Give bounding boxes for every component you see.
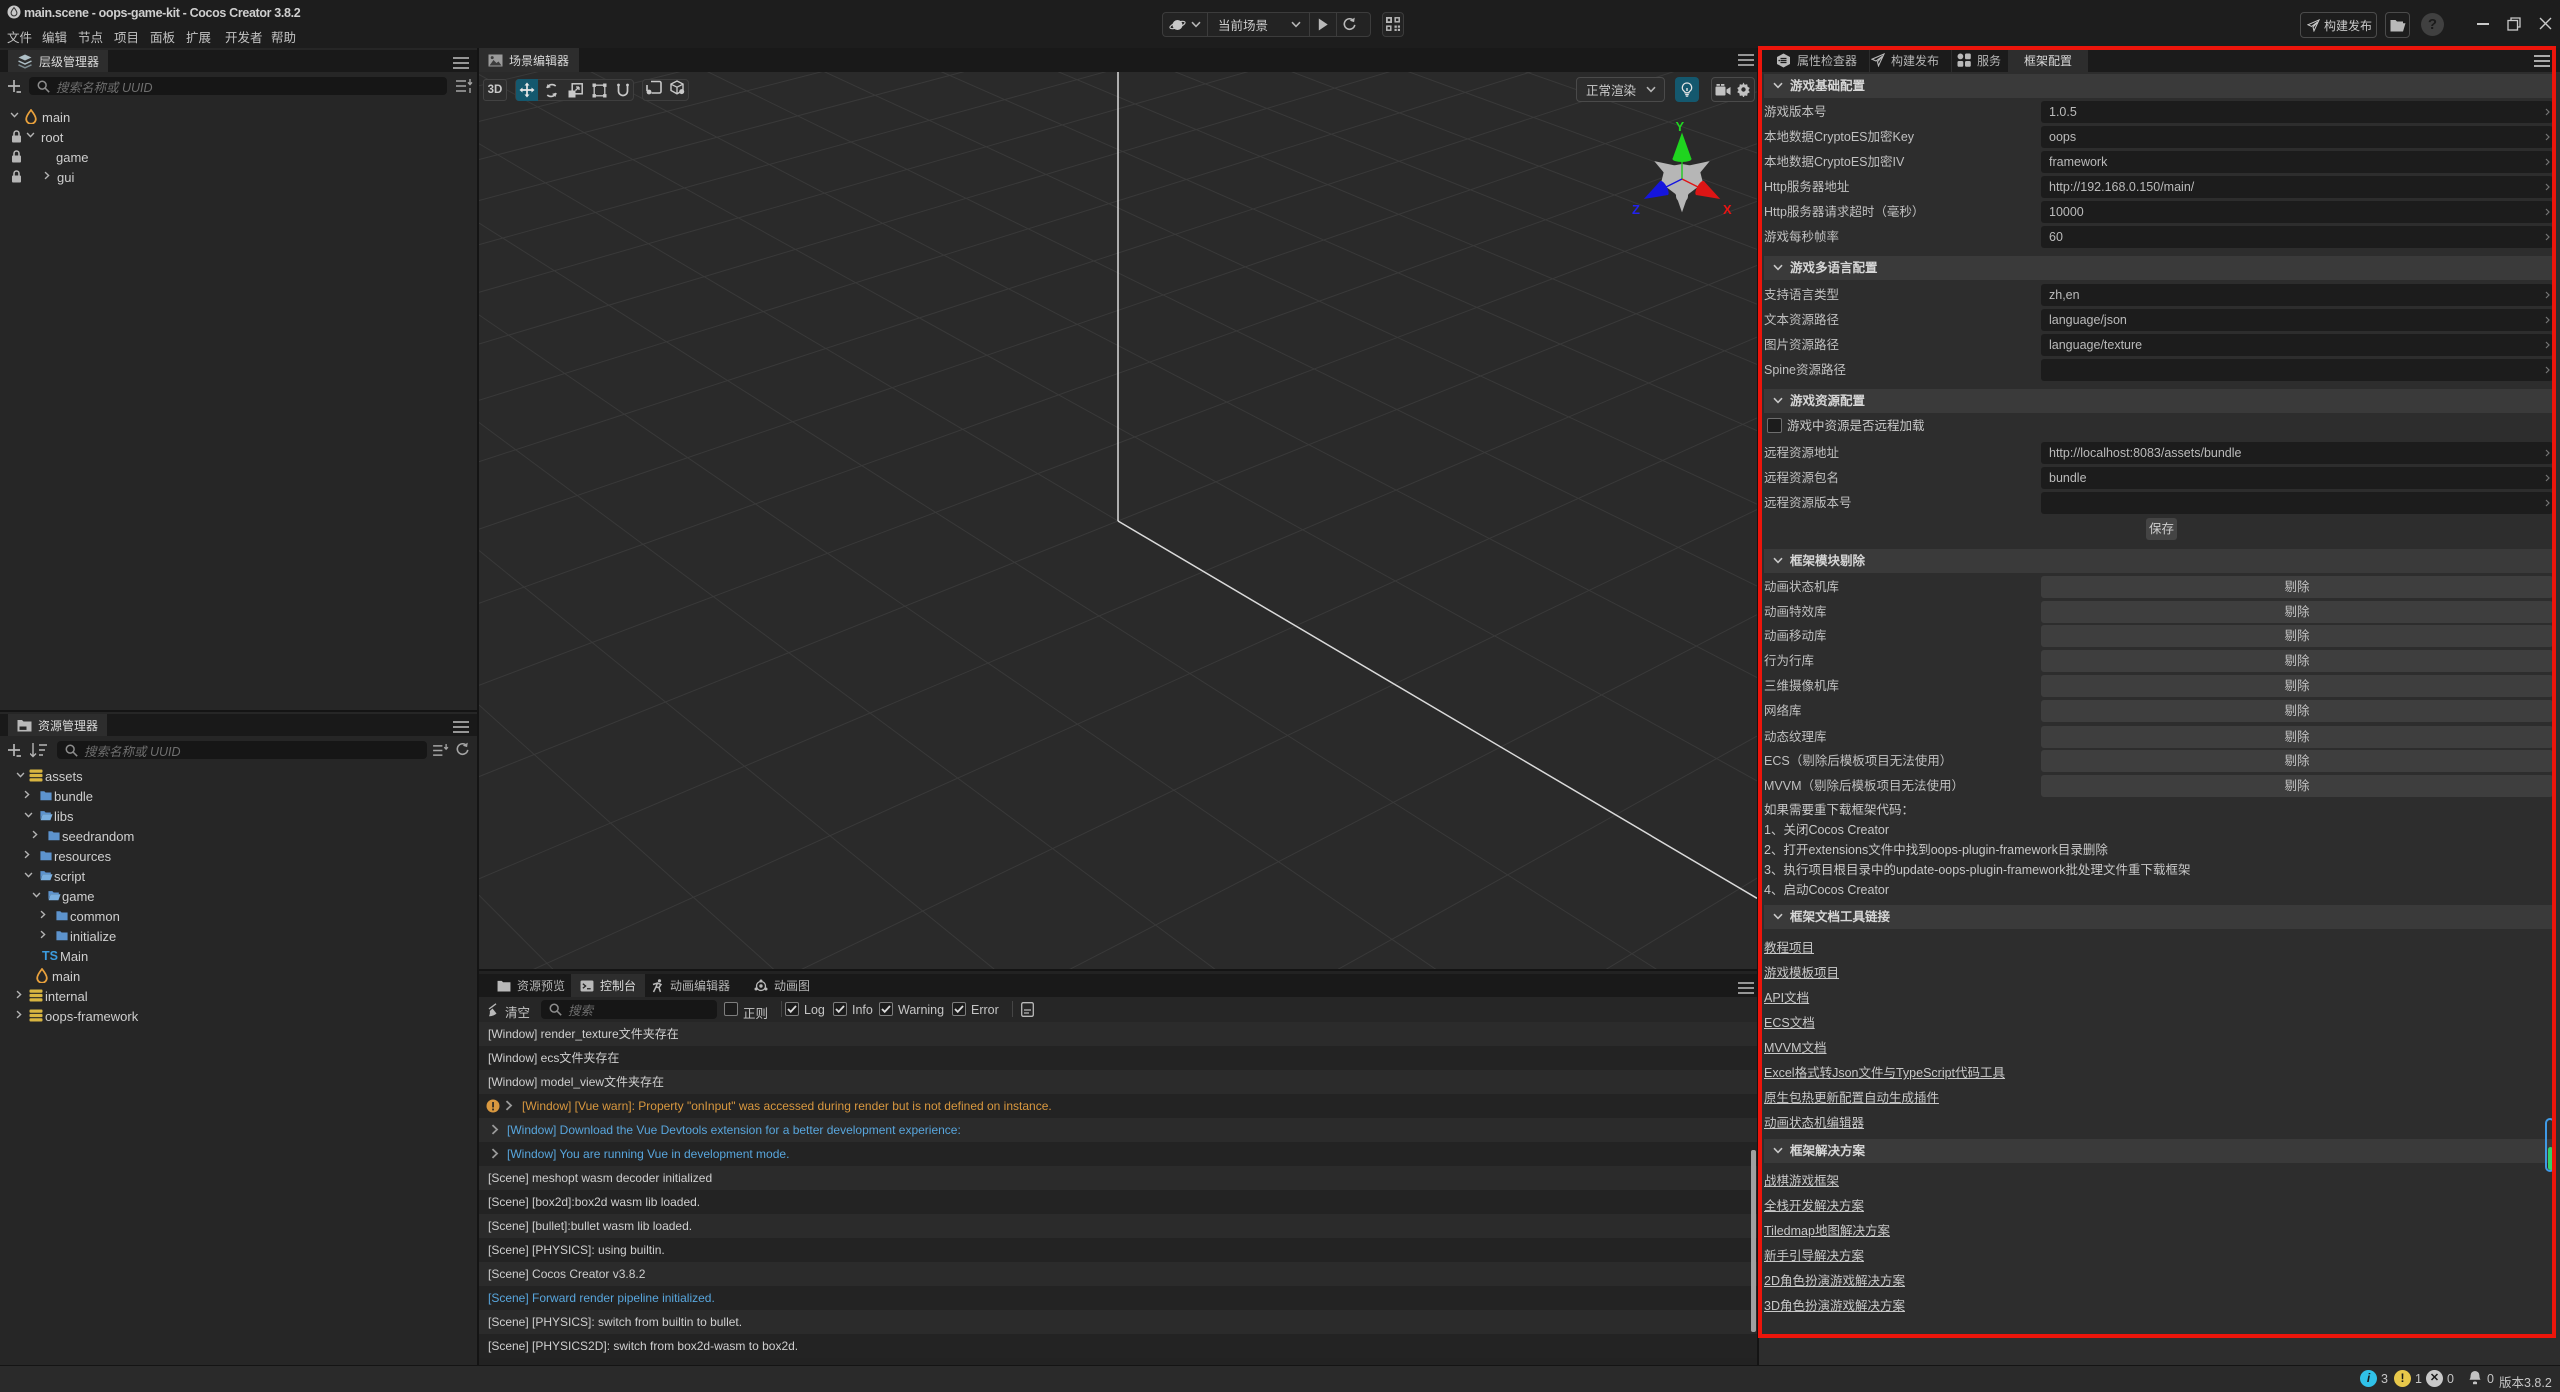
svg-text:X: X	[1723, 202, 1732, 217]
svg-text:Z: Z	[1632, 202, 1640, 217]
svg-text:Y: Y	[1676, 122, 1685, 134]
